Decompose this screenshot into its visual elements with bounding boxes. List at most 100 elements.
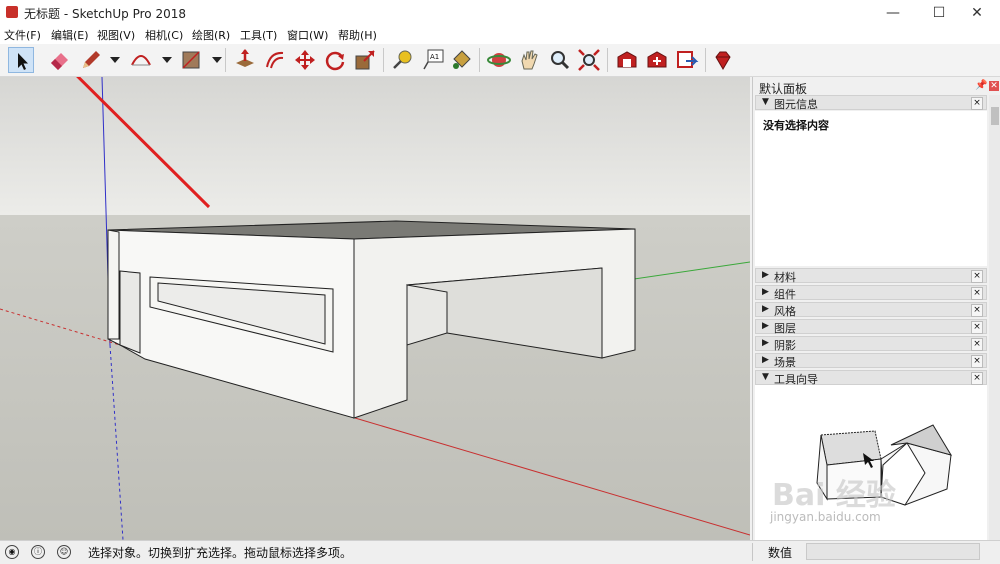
- menu-bar: 文件(F) 编辑(E) 视图(V) 相机(C) 绘图(R) 工具(T) 窗口(W…: [0, 26, 1000, 44]
- toolbar-divider: [607, 48, 608, 72]
- rotate-icon: [325, 51, 345, 71]
- arc-tool-button[interactable]: [128, 47, 154, 73]
- window-title: 无标题 - SketchUp Pro 2018: [24, 7, 186, 21]
- expanded-arrow-icon: ▼: [762, 97, 769, 107]
- tray-header-materials[interactable]: ▶ 材料 ×: [755, 268, 987, 284]
- tray-header-styles[interactable]: ▶ 风格 ×: [755, 302, 987, 318]
- share-model-button[interactable]: [674, 47, 700, 73]
- rectangle-tool-button[interactable]: [178, 47, 204, 73]
- tray-scrollbar-thumb[interactable]: [991, 107, 999, 125]
- extension-warehouse-button[interactable]: [644, 47, 670, 73]
- scale-tool-button[interactable]: [352, 47, 378, 73]
- close-icon[interactable]: ×: [971, 372, 983, 385]
- arc-dropdown[interactable]: [154, 47, 172, 73]
- offset-icon: [266, 51, 284, 69]
- model-canvas: [0, 77, 750, 540]
- toolbar-divider: [383, 48, 384, 72]
- baidu-watermark-url: jingyan.baidu.com: [770, 510, 881, 524]
- toolbar: A1: [0, 44, 1000, 77]
- move-tool-button[interactable]: [292, 47, 318, 73]
- menu-tools[interactable]: 工具(T): [240, 27, 277, 43]
- paint-bucket-icon: [453, 50, 471, 69]
- zoom-extents-icon: [578, 49, 600, 71]
- warehouse-icon: [617, 51, 637, 68]
- status-hint: 选择对象。切换到扩充选择。拖动鼠标选择多项。: [88, 546, 353, 560]
- menu-file[interactable]: 文件(F): [4, 27, 41, 43]
- toolbar-divider: [479, 48, 480, 72]
- close-icon[interactable]: ×: [971, 304, 983, 317]
- close-icon[interactable]: ×: [971, 287, 983, 300]
- push-pull-icon: [236, 49, 254, 67]
- arc-icon: [131, 55, 151, 66]
- tray-scrollbar[interactable]: [989, 95, 1000, 540]
- ruby-console-button[interactable]: [710, 47, 736, 73]
- warehouse-button[interactable]: [614, 47, 640, 73]
- close-icon[interactable]: ×: [971, 97, 983, 110]
- measurements-label: 数值: [768, 546, 793, 560]
- tray-header-entity-info[interactable]: ▼ 图元信息 ×: [755, 95, 987, 111]
- entity-info-body: 没有选择内容: [755, 111, 987, 266]
- zoom-icon: [551, 51, 570, 70]
- text-tool-button[interactable]: A1: [420, 47, 446, 73]
- minimize-button[interactable]: —: [870, 0, 916, 26]
- toolbar-divider: [225, 48, 226, 72]
- zoom-extents-tool-button[interactable]: [576, 47, 602, 73]
- rotate-tool-button[interactable]: [322, 47, 348, 73]
- zoom-tool-button[interactable]: [546, 47, 572, 73]
- collapsed-arrow-icon: ▶: [762, 304, 769, 314]
- drawing-viewport[interactable]: [0, 77, 750, 540]
- move-icon: [295, 50, 315, 70]
- orbit-icon: [487, 53, 511, 67]
- menu-draw[interactable]: 绘图(R): [192, 27, 230, 43]
- close-icon[interactable]: ×: [971, 321, 983, 334]
- eraser-tool-button[interactable]: [46, 47, 72, 73]
- menu-camera[interactable]: 相机(C): [145, 27, 183, 43]
- status-bar: ◉ ⓘ ☺ 选择对象。切换到扩充选择。拖动鼠标选择多项。 数值: [0, 540, 1000, 564]
- credits-icon[interactable]: ⓘ: [31, 545, 45, 559]
- tray-header-shadows[interactable]: ▶ 阴影 ×: [755, 336, 987, 352]
- offset-tool-button[interactable]: [262, 47, 288, 73]
- tray-label: 组件: [774, 288, 796, 301]
- pencil-dropdown[interactable]: [102, 47, 120, 73]
- measurements-input[interactable]: [806, 543, 980, 560]
- rectangle-dropdown[interactable]: [204, 47, 222, 73]
- svg-text:A1: A1: [430, 53, 439, 61]
- pan-tool-button[interactable]: [516, 47, 542, 73]
- status-divider: [752, 543, 753, 561]
- chevron-down-icon: [162, 57, 172, 63]
- close-icon[interactable]: ×: [971, 270, 983, 283]
- tray-header-components[interactable]: ▶ 组件 ×: [755, 285, 987, 301]
- chevron-down-icon: [212, 57, 222, 63]
- text-icon: A1: [423, 49, 444, 70]
- menu-help[interactable]: 帮助(H): [338, 27, 377, 43]
- select-tool-button[interactable]: [8, 47, 34, 73]
- tray-header-layers[interactable]: ▶ 图层 ×: [755, 319, 987, 335]
- geo-location-icon[interactable]: ◉: [5, 545, 19, 559]
- toolbar-divider: [705, 48, 706, 72]
- close-window-button[interactable]: ✕: [954, 0, 1000, 26]
- tape-measure-tool-button[interactable]: [390, 47, 416, 73]
- tray-header-scenes[interactable]: ▶ 场景 ×: [755, 353, 987, 369]
- menu-view[interactable]: 视图(V): [97, 27, 135, 43]
- extension-icon: [647, 51, 667, 68]
- tray-label: 阴影: [774, 339, 796, 352]
- collapsed-arrow-icon: ▶: [762, 270, 769, 280]
- tray-header-instructor[interactable]: ▼ 工具向导 ×: [755, 370, 987, 386]
- close-icon[interactable]: ×: [971, 355, 983, 368]
- entity-info-status: 没有选择内容: [763, 119, 829, 132]
- push-pull-tool-button[interactable]: [232, 47, 258, 73]
- menu-window[interactable]: 窗口(W): [287, 27, 328, 43]
- chevron-down-icon: [110, 57, 120, 63]
- close-icon[interactable]: ×: [971, 338, 983, 351]
- user-icon[interactable]: ☺: [57, 545, 71, 559]
- paint-bucket-tool-button[interactable]: [448, 47, 474, 73]
- collapsed-arrow-icon: ▶: [762, 287, 769, 297]
- tray-close-icon[interactable]: ✕: [989, 81, 999, 91]
- orbit-tool-button[interactable]: [486, 47, 512, 73]
- rectangle-icon: [182, 51, 200, 69]
- sketchup-logo-icon: [6, 6, 18, 18]
- pin-icon[interactable]: 📌: [975, 80, 987, 91]
- pencil-tool-button[interactable]: [78, 47, 104, 73]
- menu-edit[interactable]: 编辑(E): [51, 27, 89, 43]
- tray-label: 材料: [774, 271, 796, 284]
